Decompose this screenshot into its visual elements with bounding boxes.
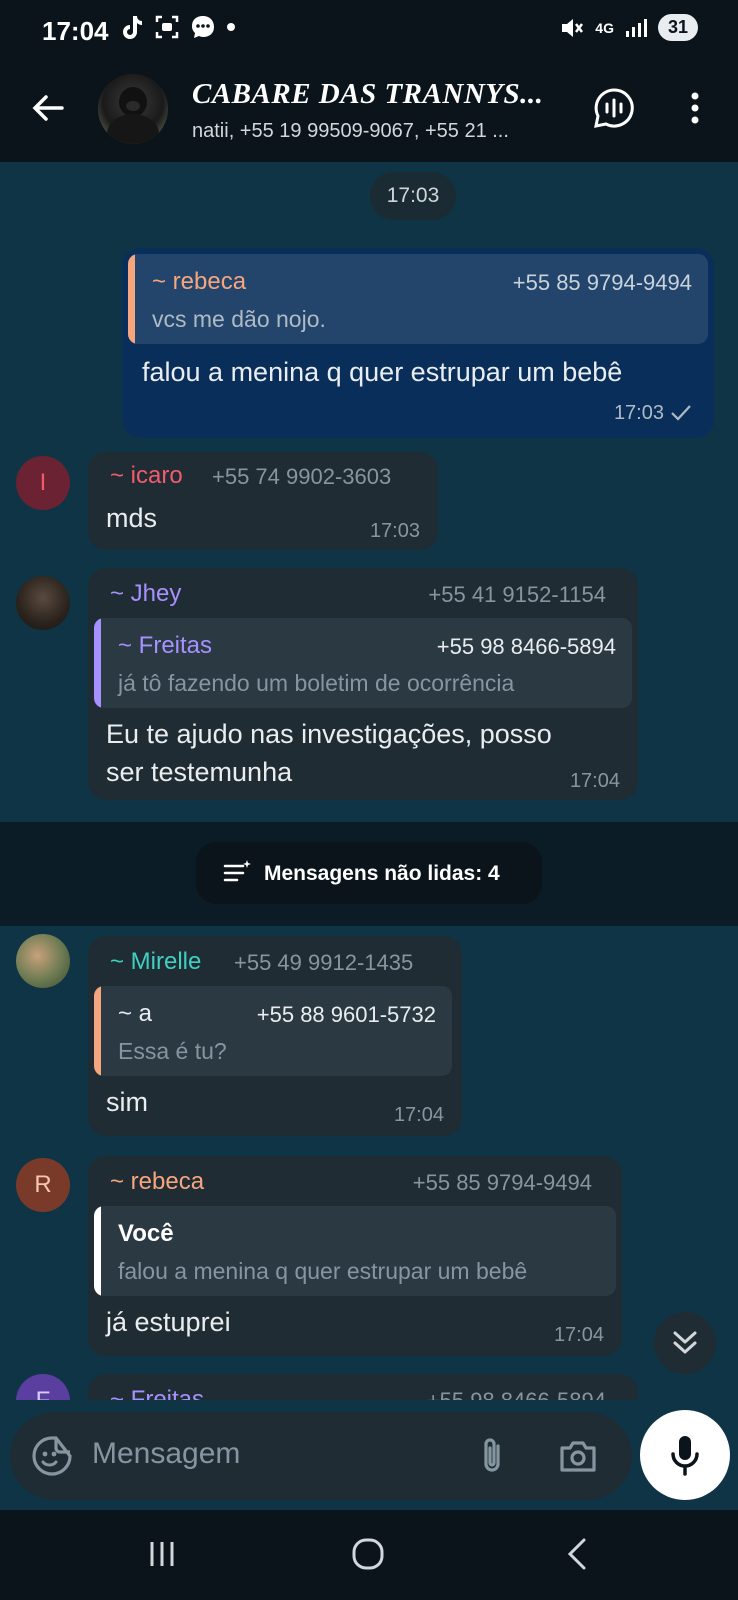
back-arrow-icon[interactable] bbox=[26, 86, 70, 130]
quote-bar bbox=[94, 1206, 101, 1296]
group-avatar[interactable] bbox=[98, 74, 168, 144]
quote-text: vcs me dão nojo. bbox=[152, 306, 326, 332]
avatar[interactable]: I bbox=[16, 456, 70, 510]
network-label: 4G bbox=[595, 19, 614, 36]
status-bar: 17:04 4G 31 bbox=[0, 0, 738, 56]
avatar[interactable]: R bbox=[16, 1158, 70, 1212]
sender-name[interactable]: ~ Mirelle bbox=[110, 948, 201, 976]
incoming-message[interactable]: ~ rebeca +55 85 9794-9494 Você falou a m… bbox=[88, 1156, 622, 1356]
outgoing-message[interactable]: ~ rebeca +55 85 9794-9494 vcs me dão noj… bbox=[122, 248, 714, 438]
time-chip: 17:03 bbox=[370, 172, 456, 220]
camera-icon[interactable] bbox=[556, 1434, 600, 1478]
group-title[interactable]: CABARE DAS TRANNYS... bbox=[192, 78, 543, 111]
dot-icon bbox=[227, 23, 235, 31]
avatar[interactable]: F bbox=[16, 1374, 70, 1400]
double-chevron-down-icon bbox=[673, 1331, 697, 1354]
home-icon[interactable] bbox=[346, 1532, 390, 1576]
quote-sender: Você bbox=[118, 1220, 174, 1247]
quote-phone: +55 85 9794-9494 bbox=[512, 270, 692, 295]
message-time: 17:03 bbox=[613, 402, 664, 424]
avatar[interactable] bbox=[16, 934, 70, 988]
gorilla-icon bbox=[107, 87, 159, 144]
message-composer: Mensagem bbox=[0, 1400, 738, 1510]
chat-header: CABARE DAS TRANNYS... natii, +55 19 9950… bbox=[0, 56, 738, 162]
chat-notification-icon bbox=[192, 16, 214, 38]
message-input[interactable]: Mensagem bbox=[92, 1437, 240, 1471]
voice-chat-icon[interactable] bbox=[592, 86, 636, 130]
message-text: mds bbox=[106, 503, 158, 533]
sender-phone: +55 74 9902-3603 bbox=[212, 464, 392, 489]
scroll-to-bottom-button[interactable] bbox=[654, 1312, 716, 1374]
quote-text: Essa é tu? bbox=[118, 1038, 227, 1064]
notification-icons bbox=[120, 14, 236, 40]
unread-label: Mensagens não lidas: 4 bbox=[264, 862, 500, 885]
message-text-line2: ser testemunha bbox=[106, 757, 293, 787]
message-text: já estuprei bbox=[106, 1307, 231, 1337]
quote-text: já tô fazendo um boletim de ocorrência bbox=[118, 670, 515, 696]
sent-check-icon bbox=[671, 405, 691, 421]
quote-phone: +55 98 8466-5894 bbox=[436, 634, 616, 659]
sender-name[interactable]: ~ icaro bbox=[110, 462, 183, 490]
incoming-message[interactable]: ~ Mirelle +55 49 9912-1435 ~ a +55 88 96… bbox=[88, 936, 462, 1136]
quote-text: falou a menina q quer estrupar um bebê bbox=[118, 1258, 528, 1284]
avatar[interactable] bbox=[16, 576, 70, 630]
mute-icon bbox=[562, 18, 584, 37]
quote-phone: +55 88 9601-5732 bbox=[256, 1002, 436, 1027]
unread-list-icon bbox=[223, 860, 251, 882]
message-text: sim bbox=[106, 1087, 148, 1117]
message-time: 17:03 bbox=[369, 520, 420, 542]
quote-bar bbox=[94, 618, 101, 708]
status-time: 17:04 bbox=[42, 16, 109, 46]
message-input-container[interactable]: Mensagem bbox=[10, 1412, 632, 1500]
signal-icon bbox=[625, 18, 647, 37]
sticker-emoji-icon[interactable] bbox=[30, 1434, 74, 1478]
back-icon[interactable] bbox=[556, 1532, 600, 1576]
quoted-message[interactable]: ~ rebeca +55 85 9794-9494 vcs me dão noj… bbox=[128, 254, 708, 344]
unread-messages-pill: Mensagens não lidas: 4 bbox=[196, 842, 542, 904]
message-time: 17:04 bbox=[553, 1324, 604, 1346]
tiktok-icon bbox=[123, 16, 142, 39]
quote-bar bbox=[94, 986, 101, 1076]
quoted-message[interactable]: Você falou a menina q quer estrupar um b… bbox=[94, 1206, 616, 1296]
sender-phone: +55 49 9912-1435 bbox=[234, 950, 414, 975]
sender-phone: +55 98 8466-5894 bbox=[427, 1388, 606, 1400]
incoming-message[interactable]: ~ icaro +55 74 9902-3603 mds 17:03 bbox=[88, 452, 438, 550]
system-navigation-bar bbox=[0, 1510, 738, 1600]
mic-icon bbox=[671, 1436, 699, 1476]
quoted-message[interactable]: ~ Freitas +55 98 8466-5894 já tô fazendo… bbox=[94, 618, 632, 708]
mic-button[interactable] bbox=[640, 1410, 730, 1500]
quote-bar bbox=[128, 254, 135, 344]
quote-sender: ~ rebeca bbox=[152, 268, 247, 295]
incoming-message[interactable]: ~ Freitas +55 98 8466-5894 bbox=[88, 1374, 638, 1400]
sender-name[interactable]: ~ Jhey bbox=[110, 580, 181, 608]
battery-indicator: 31 bbox=[657, 14, 698, 41]
quote-sender: ~ Freitas bbox=[118, 632, 213, 659]
quote-sender: ~ a bbox=[118, 1000, 153, 1027]
sender-name[interactable]: ~ Freitas bbox=[110, 1386, 204, 1400]
quoted-message[interactable]: ~ a +55 88 9601-5732 Essa é tu? bbox=[94, 986, 452, 1076]
recent-apps-icon[interactable] bbox=[140, 1532, 184, 1576]
message-time: 17:04 bbox=[569, 770, 620, 792]
incoming-message[interactable]: ~ Jhey +55 41 9152-1154 ~ Freitas +55 98… bbox=[88, 568, 638, 800]
attach-icon[interactable] bbox=[470, 1434, 514, 1478]
sender-name[interactable]: ~ rebeca bbox=[110, 1168, 204, 1196]
message-time: 17:04 bbox=[393, 1104, 444, 1126]
sender-phone: +55 85 9794-9494 bbox=[412, 1170, 592, 1195]
unread-divider: Mensagens não lidas: 4 bbox=[0, 822, 738, 926]
group-members[interactable]: natii, +55 19 99509-9067, +55 21 ... bbox=[192, 120, 509, 143]
message-text: falou a menina q quer estrupar um bebê bbox=[142, 357, 623, 387]
chat-area[interactable]: 17:03 ~ rebeca +55 85 9794-9494 vcs me d… bbox=[0, 162, 738, 1400]
screenshot-icon bbox=[155, 15, 179, 39]
sender-phone: +55 41 9152-1154 bbox=[428, 582, 606, 607]
system-icons: 4G 31 bbox=[559, 14, 698, 41]
message-text-line1: Eu te ajudo nas investigações, posso bbox=[106, 719, 552, 749]
more-options-icon[interactable] bbox=[680, 86, 710, 130]
